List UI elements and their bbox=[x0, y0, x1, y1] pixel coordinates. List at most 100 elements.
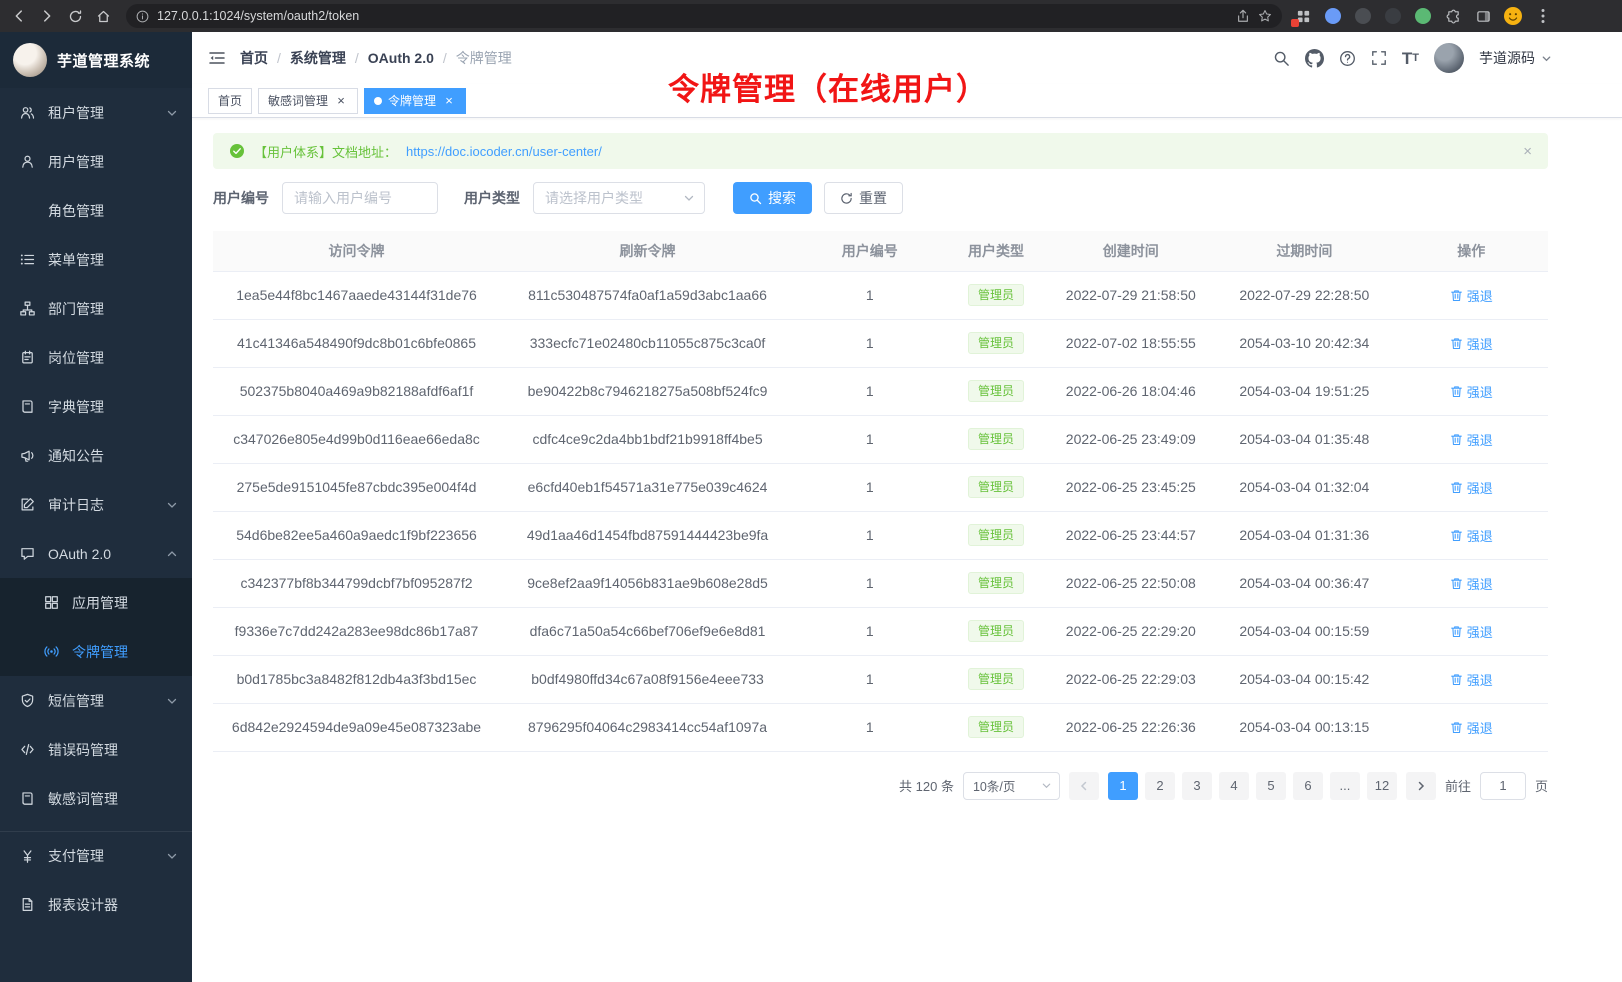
sidebar-item-oauth2[interactable]: OAuth 2.0 bbox=[0, 529, 192, 578]
search-button[interactable]: 搜索 bbox=[733, 182, 812, 214]
filter-form: 用户编号 用户类型 请选择用户类型 搜索 重置 bbox=[213, 182, 1548, 214]
force-logout-button[interactable]: 强退 bbox=[1450, 718, 1493, 737]
side-panel-icon[interactable] bbox=[1474, 7, 1492, 25]
address-bar[interactable]: 127.0.0.1:1024/system/oauth2/token bbox=[126, 4, 1282, 28]
cell-action: 强退 bbox=[1394, 559, 1548, 607]
extension-icon-dark-2[interactable] bbox=[1384, 7, 1402, 25]
cell-expire-time: 2054-03-04 19:51:25 bbox=[1214, 367, 1394, 415]
force-logout-button[interactable]: 强退 bbox=[1450, 478, 1493, 497]
page-button-6[interactable]: 6 bbox=[1293, 772, 1323, 800]
page-button-4[interactable]: 4 bbox=[1219, 772, 1249, 800]
help-icon[interactable] bbox=[1339, 50, 1356, 67]
table-row: c342377bf8b344799dcbf7bf095287f29ce8ef2a… bbox=[213, 559, 1548, 607]
bookmark-star-icon[interactable] bbox=[1258, 9, 1272, 23]
sidebar-item-pay[interactable]: 支付管理 bbox=[0, 831, 192, 880]
sidebar-item-notice[interactable]: 通知公告 bbox=[0, 431, 192, 480]
chevron-down-icon bbox=[166, 850, 178, 862]
page-button-2[interactable]: 2 bbox=[1145, 772, 1175, 800]
logo-avatar bbox=[13, 43, 47, 77]
sidebar-item-sms[interactable]: 短信管理 bbox=[0, 676, 192, 725]
extension-icon-blue[interactable] bbox=[1324, 7, 1342, 25]
user-avatar[interactable] bbox=[1434, 43, 1464, 73]
force-logout-button[interactable]: 强退 bbox=[1450, 670, 1493, 689]
breadcrumb-item[interactable]: 系统管理 bbox=[290, 48, 346, 68]
force-logout-button[interactable]: 强退 bbox=[1450, 430, 1493, 449]
tab[interactable]: 令牌管理× bbox=[364, 88, 466, 114]
sidebar-item-post[interactable]: 岗位管理 bbox=[0, 333, 192, 382]
extension-icon-green[interactable] bbox=[1414, 7, 1432, 25]
sidebar-item-dict[interactable]: 字典管理 bbox=[0, 382, 192, 431]
browser-extensions-area bbox=[1294, 7, 1552, 25]
goto-page-input[interactable] bbox=[1480, 772, 1526, 800]
font-size-icon[interactable]: TT bbox=[1402, 50, 1419, 67]
reset-button[interactable]: 重置 bbox=[824, 182, 903, 214]
browser-forward-icon[interactable] bbox=[36, 5, 58, 27]
user-menu[interactable]: 芋道源码 bbox=[1479, 48, 1552, 68]
force-logout-button[interactable]: 强退 bbox=[1450, 382, 1493, 401]
page-button-3[interactable]: 3 bbox=[1182, 772, 1212, 800]
alert-close-icon[interactable]: × bbox=[1523, 143, 1532, 160]
cell-action: 强退 bbox=[1394, 271, 1548, 319]
table-row: 6d842e2924594de9a09e45e087323abe8796295f… bbox=[213, 703, 1548, 751]
cell-create-time: 2022-06-26 18:04:46 bbox=[1047, 367, 1214, 415]
browser-refresh-icon[interactable] bbox=[64, 5, 86, 27]
cell-action: 强退 bbox=[1394, 415, 1548, 463]
cell-refresh-token: b0df4980ffd34c67a08f9156e4eee733 bbox=[500, 655, 795, 703]
next-page-button[interactable] bbox=[1406, 772, 1436, 800]
force-logout-button[interactable]: 强退 bbox=[1450, 574, 1493, 593]
sidebar-item-sensitive-word[interactable]: 敏感词管理 bbox=[0, 774, 192, 823]
tab-close-icon[interactable]: × bbox=[334, 94, 348, 108]
fullscreen-icon[interactable] bbox=[1371, 50, 1387, 66]
sidebar-item-oauth2-token[interactable]: 令牌管理 bbox=[0, 627, 192, 676]
tab[interactable]: 首页 bbox=[208, 88, 252, 114]
browser-back-icon[interactable] bbox=[8, 5, 30, 27]
book-icon bbox=[20, 399, 36, 414]
search-icon[interactable] bbox=[1273, 50, 1290, 67]
sidebar-item-tenant[interactable]: 租户管理 bbox=[0, 88, 192, 137]
breadcrumb-separator: / bbox=[277, 50, 281, 66]
page-button-12[interactable]: 12 bbox=[1367, 772, 1397, 800]
site-info-icon[interactable] bbox=[136, 10, 149, 23]
page-button-1[interactable]: 1 bbox=[1108, 772, 1138, 800]
sidebar-item-role[interactable]: 角色管理 bbox=[0, 186, 192, 235]
force-logout-button[interactable]: 强退 bbox=[1450, 286, 1493, 305]
force-logout-button[interactable]: 强退 bbox=[1450, 526, 1493, 545]
app-logo[interactable]: 芋道管理系统 bbox=[0, 32, 192, 88]
megaphone-icon bbox=[20, 448, 36, 463]
table-row: f9336e7c7dd242a283ee98dc86b17a87dfa6c71a… bbox=[213, 607, 1548, 655]
tab-close-icon[interactable]: × bbox=[442, 94, 456, 108]
sidebar-item-dept[interactable]: 部门管理 bbox=[0, 284, 192, 333]
extension-icon[interactable] bbox=[1294, 7, 1312, 25]
pagination-more-button[interactable]: ... bbox=[1330, 772, 1360, 800]
extension-icon-dark[interactable] bbox=[1354, 7, 1372, 25]
sidebar-toggle-icon[interactable] bbox=[208, 49, 226, 67]
breadcrumb-item[interactable]: OAuth 2.0 bbox=[368, 50, 434, 66]
page-content: 【用户体系】文档地址： https://doc.iocoder.cn/user-… bbox=[192, 118, 1622, 800]
sidebar-item-user[interactable]: 用户管理 bbox=[0, 137, 192, 186]
tab[interactable]: 敏感词管理× bbox=[258, 88, 358, 114]
doc-link[interactable]: https://doc.iocoder.cn/user-center/ bbox=[406, 144, 602, 159]
prev-page-button[interactable] bbox=[1069, 772, 1099, 800]
page-button-5[interactable]: 5 bbox=[1256, 772, 1286, 800]
sidebar-item-label: 短信管理 bbox=[48, 691, 104, 711]
user-type-badge: 管理员 bbox=[968, 524, 1024, 547]
share-icon[interactable] bbox=[1236, 9, 1250, 23]
sidebar-item-audit-log[interactable]: 审计日志 bbox=[0, 480, 192, 529]
page-size-select[interactable]: 10条/页 bbox=[963, 772, 1060, 800]
sidebar-item-report[interactable]: 报表设计器 bbox=[0, 880, 192, 929]
force-logout-button[interactable]: 强退 bbox=[1450, 334, 1493, 353]
sidebar-item-error-code[interactable]: 错误码管理 bbox=[0, 725, 192, 774]
cell-expire-time: 2054-03-10 20:42:34 bbox=[1214, 319, 1394, 367]
browser-home-icon[interactable] bbox=[92, 5, 114, 27]
sidebar-item-menu[interactable]: 菜单管理 bbox=[0, 235, 192, 284]
force-logout-button[interactable]: 强退 bbox=[1450, 622, 1493, 641]
sidebar-item-oauth2-app[interactable]: 应用管理 bbox=[0, 578, 192, 627]
cell-create-time: 2022-06-25 23:49:09 bbox=[1047, 415, 1214, 463]
github-icon[interactable] bbox=[1305, 49, 1324, 68]
user-type-select[interactable]: 请选择用户类型 bbox=[533, 182, 705, 214]
extensions-puzzle-icon[interactable] bbox=[1444, 7, 1462, 25]
browser-menu-icon[interactable] bbox=[1534, 7, 1552, 25]
breadcrumb-item[interactable]: 首页 bbox=[240, 48, 268, 68]
user-id-input[interactable] bbox=[282, 182, 438, 214]
profile-avatar[interactable] bbox=[1504, 7, 1522, 25]
